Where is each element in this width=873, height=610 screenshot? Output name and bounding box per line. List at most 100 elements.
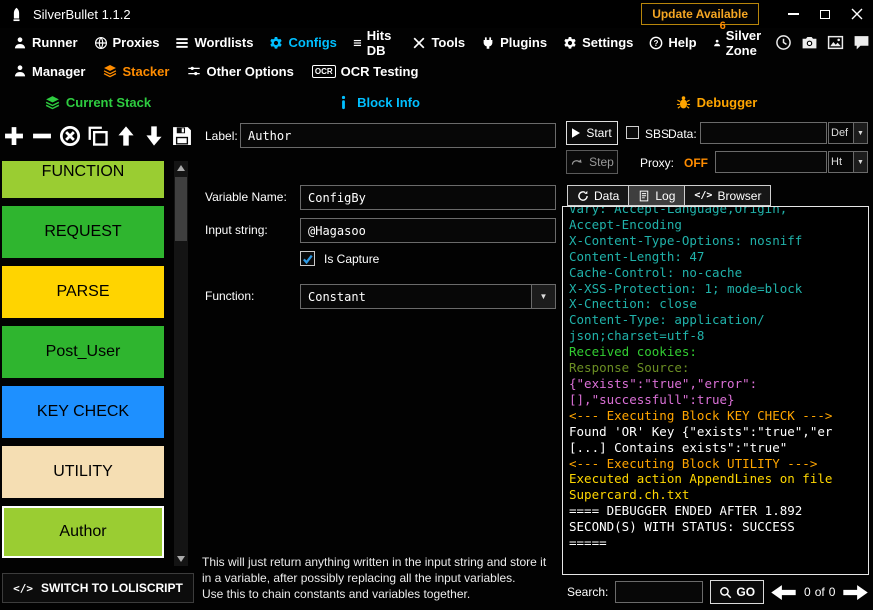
- variable-name-input[interactable]: [300, 185, 556, 210]
- save-config-button[interactable]: [169, 121, 194, 151]
- menu-tools[interactable]: Tools: [404, 28, 473, 57]
- move-up-button[interactable]: [113, 121, 138, 151]
- wordlist-type-value[interactable]: Def: [828, 122, 854, 144]
- tab-label: Log: [655, 189, 675, 203]
- log-line: <--- Executing Block KEY CHECK --->: [569, 408, 862, 424]
- submenu-ocr-testing[interactable]: OCR OCR Testing: [303, 57, 428, 85]
- search-input[interactable]: [615, 581, 703, 603]
- menu-plugins[interactable]: Plugins: [473, 28, 555, 57]
- disable-block-button[interactable]: [58, 121, 83, 151]
- refresh-icon: [577, 190, 589, 202]
- scroll-down-button[interactable]: [174, 552, 188, 566]
- stack-block-request[interactable]: REQUEST: [2, 206, 164, 258]
- update-available-button[interactable]: Update Available: [641, 3, 759, 25]
- gallery-button[interactable]: [827, 34, 844, 51]
- log-line: Vary: Accept-Language,Origin,: [569, 206, 862, 217]
- log-line: <--- Executing Block UTILITY --->: [569, 456, 862, 472]
- menu-wordlists[interactable]: Wordlists: [167, 28, 261, 57]
- move-down-button[interactable]: [141, 121, 166, 151]
- match-current: 0: [804, 585, 811, 599]
- menu-label: Runner: [32, 35, 78, 50]
- stack-scrollbar[interactable]: [174, 161, 188, 566]
- previous-match-button[interactable]: [771, 584, 797, 601]
- scrollbar-thumb[interactable]: [175, 177, 187, 241]
- sbs-checkbox[interactable]: [626, 126, 639, 139]
- triangle-down-icon: [177, 556, 185, 562]
- history-clock-icon: [775, 34, 792, 51]
- stack-block-utility[interactable]: UTILITY: [2, 446, 164, 498]
- menu-runner[interactable]: Runner: [5, 28, 86, 57]
- step-button-label: Step: [589, 155, 614, 169]
- minimize-button[interactable]: [777, 0, 809, 28]
- configs-submenu: Manager Stacker Other Options OCR OCR Te…: [0, 57, 873, 85]
- tab-label: Data: [594, 189, 619, 203]
- proxy-off-toggle[interactable]: OFF: [684, 156, 708, 170]
- debugger-tabs: Data Log </> Browser: [567, 185, 771, 206]
- clone-block-button[interactable]: [86, 121, 111, 151]
- stacker-layers-icon: [103, 64, 117, 78]
- next-match-button[interactable]: [842, 584, 868, 601]
- menu-label: Proxies: [113, 35, 160, 50]
- menu-settings[interactable]: Settings: [555, 28, 641, 57]
- submenu-manager[interactable]: Manager: [4, 57, 94, 85]
- proxy-label: Proxy:: [640, 156, 674, 170]
- menu-proxies[interactable]: Proxies: [86, 28, 168, 57]
- stack-block-key-check[interactable]: KEY CHECK: [2, 386, 164, 438]
- history-button[interactable]: [775, 34, 792, 51]
- search-go-button[interactable]: GO: [710, 580, 764, 604]
- code-icon: </>: [694, 190, 712, 201]
- check-icon: [302, 253, 314, 265]
- add-block-button[interactable]: [2, 121, 27, 151]
- log-line: X-Cnection: close: [569, 296, 862, 312]
- log-line: {"exists":"true","error":: [569, 376, 862, 392]
- wordlist-type-dropdown-arrow[interactable]: ▼: [853, 122, 868, 144]
- stack-block-function[interactable]: FUNCTION: [2, 161, 164, 198]
- svg-text:?: ?: [654, 38, 659, 47]
- app-window: SilverBullet 1.1.2 Update Available Runn…: [0, 0, 873, 610]
- log-line: json;charset=utf-8: [569, 328, 862, 344]
- tab-browser[interactable]: </> Browser: [684, 185, 771, 206]
- debugger-log-area[interactable]: Vary: Accept-Language,Origin,Accept-Enco…: [562, 206, 869, 575]
- scroll-up-button[interactable]: [174, 161, 188, 175]
- data-input[interactable]: [700, 122, 827, 144]
- function-dropdown[interactable]: Constant ▼: [300, 284, 556, 309]
- tab-data[interactable]: Data: [567, 185, 628, 206]
- input-string-input[interactable]: [300, 218, 556, 243]
- app-title: SilverBullet 1.1.2: [33, 7, 131, 22]
- minimize-icon: [788, 13, 799, 15]
- stack-layers-icon: [45, 95, 60, 110]
- stack-block-author[interactable]: Author: [2, 506, 164, 558]
- chat-button[interactable]: [853, 34, 870, 51]
- proxy-input[interactable]: [715, 151, 827, 173]
- maximize-button[interactable]: [809, 0, 841, 28]
- submenu-stacker[interactable]: Stacker: [94, 57, 178, 85]
- label-field-label: Label:: [205, 129, 238, 143]
- stack-block-post-user[interactable]: Post_User: [2, 326, 164, 378]
- chevron-down-icon: ▼: [531, 285, 555, 308]
- menu-configs[interactable]: Configs: [261, 28, 344, 57]
- step-button[interactable]: Step: [566, 150, 618, 174]
- proxy-type-dropdown-arrow[interactable]: ▼: [853, 151, 868, 173]
- switch-to-loliscript-button[interactable]: </> SWITCH TO LOLISCRIPT: [2, 573, 194, 603]
- menu-hits-db[interactable]: Hits DB: [345, 28, 405, 57]
- tab-log[interactable]: Log: [628, 185, 684, 206]
- block-description: This will just return anything written i…: [202, 555, 558, 602]
- label-input[interactable]: [240, 123, 556, 148]
- is-capture-checkbox[interactable]: [300, 251, 315, 266]
- remove-block-button[interactable]: [30, 121, 55, 151]
- triangle-up-icon: [177, 165, 185, 171]
- titlebar: SilverBullet 1.1.2 Update Available: [0, 0, 873, 28]
- menu-help[interactable]: ? Help: [641, 28, 704, 57]
- submenu-other-options[interactable]: Other Options: [178, 57, 302, 85]
- wordlists-icon: [175, 36, 189, 50]
- start-button[interactable]: Start: [566, 121, 618, 145]
- arrow-down-icon: [143, 125, 165, 147]
- start-button-label: Start: [586, 126, 611, 140]
- stack-block-parse[interactable]: PARSE: [2, 266, 164, 318]
- screenshot-button[interactable]: [801, 34, 818, 51]
- current-stack-title: Current Stack: [66, 95, 151, 110]
- proxy-type-value[interactable]: Ht: [828, 151, 854, 173]
- close-button[interactable]: [841, 0, 873, 28]
- menu-silver-zone[interactable]: 6 Silver Zone: [705, 28, 775, 57]
- menu-label: Tools: [431, 35, 465, 50]
